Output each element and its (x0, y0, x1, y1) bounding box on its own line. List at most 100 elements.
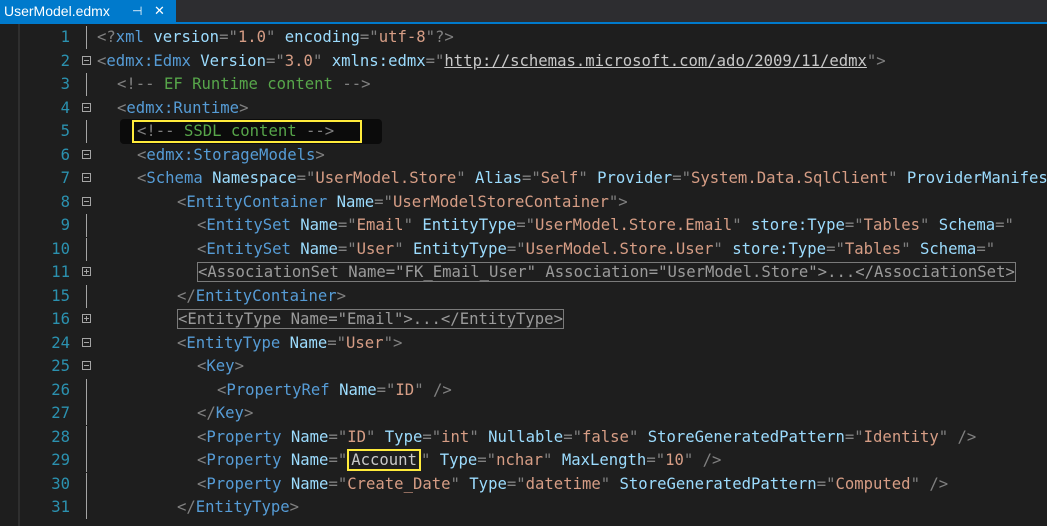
expand-icon[interactable] (82, 314, 91, 323)
code-token: UserModel.Store (667, 263, 809, 281)
code-line[interactable]: 29 <Property Name=" Account " Type="nchar" … (0, 449, 1047, 472)
code-line[interactable]: 30 <Property Name="Create_Date" Type="dat… (0, 472, 1047, 496)
code-token: =" (337, 239, 357, 258)
code-line[interactable]: 27 </Key> (0, 402, 1047, 425)
collapse-icon[interactable] (82, 55, 91, 65)
code-token: =" (425, 51, 445, 70)
code-token: EntityType (412, 239, 507, 258)
line-number: 11 (51, 263, 70, 281)
code-line[interactable]: 10 <EntitySet Name="User" EntityType="Use… (0, 237, 1047, 261)
code-line[interactable]: 25 <Key> (0, 355, 1047, 378)
code-token: Property (206, 427, 282, 446)
collapsed-region[interactable]: <EntityType Name="Email">...</EntityType… (177, 309, 564, 329)
code-token: Schema (146, 169, 203, 187)
collapsed-region[interactable]: <AssociationSet Name="FK_Email_User" Ass… (197, 262, 1016, 282)
code-token: " (919, 216, 930, 234)
collapse-icon[interactable] (82, 337, 91, 347)
line-number: 25 (51, 357, 70, 375)
code-token: </ (177, 286, 196, 305)
yellow-highlight-box: <!-- SSDL content --> (132, 120, 363, 143)
code-token: UserModel.Store (315, 169, 457, 187)
collapse-icon[interactable] (82, 102, 91, 112)
code-token: "?> (425, 28, 454, 46)
expand-icon[interactable] (82, 267, 91, 276)
close-icon[interactable]: ✕ (154, 0, 165, 22)
code-token: =" (646, 451, 666, 469)
code-token: Schema (938, 216, 996, 234)
code-token: > (234, 357, 244, 375)
code-line[interactable]: 28 <Property Name="ID" Type="int" Nullabl… (0, 425, 1047, 449)
code-token: < (97, 51, 107, 70)
code-line[interactable]: 11 <AssociationSet Name="FK_Email_User" A… (0, 261, 1047, 284)
fold-guide-line (86, 472, 87, 496)
code-token: UserModel.Store.User (525, 239, 714, 258)
code-token: Name (290, 474, 329, 493)
code-token: System.Data.SqlClient (690, 169, 889, 187)
code-line[interactable]: 1 <?xml version="1.0" encoding="utf-8"?> (0, 26, 1047, 49)
code-line[interactable]: 15 </EntityContainer> (0, 284, 1047, 308)
code-token: " (526, 263, 537, 281)
code-line[interactable]: 31 </EntityType> (0, 496, 1047, 519)
code-line[interactable]: 16 <EntityType Name="Email">...</EntityTy… (0, 308, 1047, 331)
code-token: Type (439, 451, 478, 469)
code-token: version (153, 28, 220, 46)
code-token: Property (206, 451, 282, 469)
code-token: /> (432, 380, 452, 399)
code-line[interactable]: 2 <edmx:Edmx Version="3.0" xmlns:edmx="ht… (0, 50, 1047, 73)
fold-guide-line (86, 402, 87, 425)
code-line[interactable]: 8 <EntityContainer Name="UserModelStoreCo… (0, 191, 1047, 214)
code-token: Email (347, 310, 394, 328)
code-line[interactable]: 4 <edmx:Runtime> (0, 97, 1047, 120)
code-token: EntityContainer (195, 286, 337, 305)
code-token: =" (328, 451, 348, 469)
url-link[interactable]: http://schemas.microsoft.com/ado/2009/11… (444, 52, 866, 70)
code-line[interactable]: 9 <EntitySet Name="Email" EntityType="Use… (0, 214, 1047, 237)
code-text: </Key> (197, 402, 253, 425)
line-number: 16 (51, 310, 70, 328)
collapse-icon[interactable] (82, 196, 91, 206)
code-token: Schema (919, 239, 977, 258)
code-token: =" (376, 380, 396, 399)
code-line[interactable]: 7 <Schema Namespace="UserModel.Store" Ali… (0, 167, 1047, 190)
code-token: Name (290, 451, 329, 469)
code-token: < (137, 169, 147, 187)
pin-icon[interactable]: ⊣ (132, 0, 142, 22)
code-token: =" (328, 427, 348, 446)
code-line[interactable]: 26 <PropertyRef Name="ID" /> (0, 378, 1047, 402)
code-token: < (117, 98, 127, 117)
code-token: "> (866, 51, 886, 70)
code-token: =" (477, 451, 497, 469)
code-editor[interactable]: 1 <?xml version="1.0" encoding="utf-8"?> 2… (0, 24, 1047, 526)
collapse-icon[interactable] (82, 173, 91, 182)
code-token: < (197, 239, 207, 258)
code-line[interactable]: 6 <edmx:StorageModels> (0, 144, 1047, 167)
tab-usermodel-edmx[interactable]: UserModel.edmx ⊣ ✕ (0, 0, 176, 22)
fold-guide-line (86, 26, 87, 49)
code-token: " (683, 451, 694, 469)
collapse-icon[interactable] (82, 361, 91, 370)
code-token: FK_Email_User (404, 263, 527, 281)
collapse-icon[interactable] (82, 149, 91, 159)
code-token: Name (289, 333, 328, 352)
code-line[interactable]: 24 <EntityType Name="User"> (0, 332, 1047, 355)
code-token: EntityContainer (186, 192, 328, 211)
line-number: 27 (51, 404, 70, 422)
code-line[interactable]: 5 <!-- SSDL content --> (0, 119, 1047, 144)
code-token: Provider (597, 169, 673, 187)
code-token: =" (296, 169, 316, 187)
code-token: Property (206, 474, 282, 493)
code-token: <!-- (137, 122, 175, 140)
code-token: EntityType (459, 310, 554, 328)
code-line[interactable]: 3 <!-- EF Runtime content --> (0, 73, 1047, 96)
code-token: Association (545, 263, 649, 281)
code-token: xmlns:edmx (331, 51, 426, 70)
fold-guide-line (86, 73, 87, 96)
code-token: ">...</ (808, 263, 875, 281)
